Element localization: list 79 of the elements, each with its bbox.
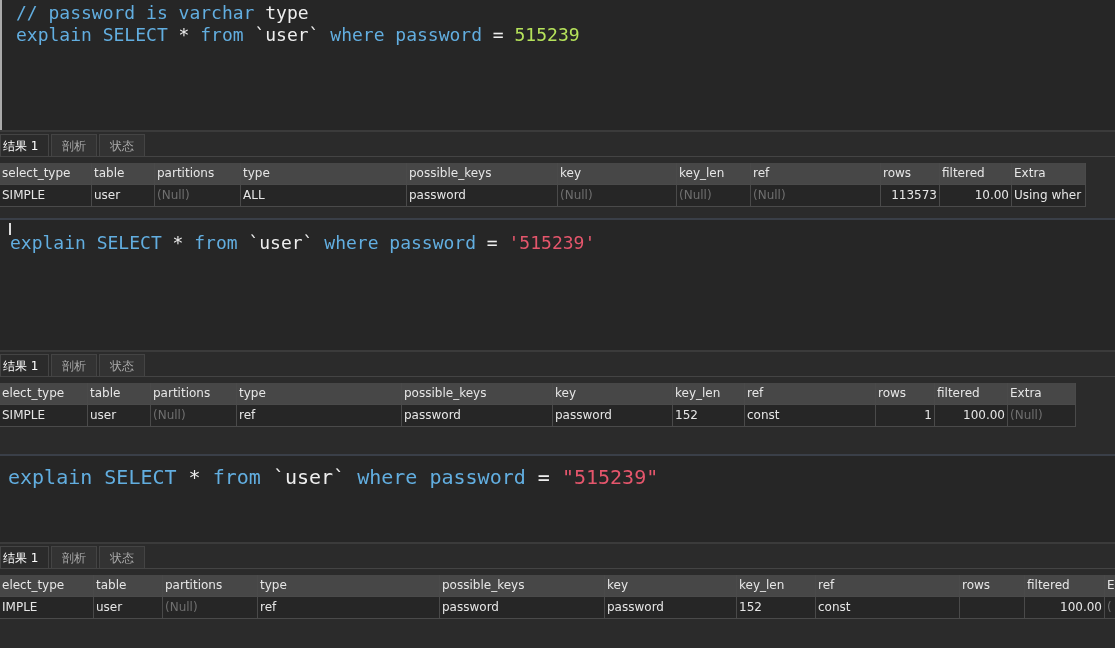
table-cell: 152 [737,597,816,619]
table-cell: ref [237,405,402,427]
table-cell: IMPLE [0,597,94,619]
column-header[interactable]: key_len [673,383,745,405]
result-tab[interactable]: 结果 1 [0,134,50,156]
table-cell: (Null) [558,185,677,207]
table-cell: 152 [673,405,745,427]
table-cell: (Null) [677,185,751,207]
table-cell: user [92,185,155,207]
column-header[interactable]: filtered [940,163,1012,185]
table-cell: password [553,405,673,427]
table-cell: user [88,405,151,427]
table-cell: const [745,405,876,427]
table-cell: ( [1105,597,1115,619]
table-cell: (Null) [151,405,237,427]
result-tab[interactable]: 剖析 [51,134,98,156]
column-header[interactable]: key [558,163,677,185]
result-tab[interactable]: 剖析 [51,354,98,376]
column-header[interactable]: Extra [1008,383,1076,405]
column-header[interactable]: possible_keys [407,163,558,185]
result-tab[interactable]: 状态 [99,546,146,568]
column-header[interactable]: type [258,575,440,597]
result-tab[interactable]: 状态 [99,134,146,156]
table-cell: user [94,597,163,619]
table-cell: 100.00 [1025,597,1105,619]
column-header[interactable]: filtered [935,383,1008,405]
column-header[interactable]: table [94,575,163,597]
column-header[interactable]: E [1105,575,1115,597]
column-header[interactable]: key_len [737,575,816,597]
column-header[interactable]: table [88,383,151,405]
code-line: // password is varchar type [16,2,309,24]
table-cell: (Null) [1008,405,1076,427]
result-tab[interactable]: 状态 [99,354,146,376]
table-cell: (Null) [163,597,258,619]
table-cell: password [605,597,737,619]
column-header[interactable]: possible_keys [402,383,553,405]
column-header[interactable]: table [92,163,155,185]
column-header[interactable]: elect_type [0,575,94,597]
table-cell: SIMPLE [0,405,88,427]
result-tab[interactable]: 结果 1 [0,546,50,568]
column-header[interactable]: partitions [151,383,237,405]
table-cell: 100.00 [935,405,1008,427]
table-cell: 10.00 [940,185,1012,207]
column-header[interactable]: type [241,163,407,185]
column-header[interactable]: ref [816,575,960,597]
table-cell [960,597,1025,619]
column-header[interactable]: Extra [1012,163,1086,185]
result-tab[interactable]: 结果 1 [0,354,50,376]
code-line: explain SELECT * from `user` where password = 515239 [16,24,580,46]
table-cell: const [816,597,960,619]
column-header[interactable]: select_type [0,163,92,185]
table-cell: password [407,185,558,207]
column-header[interactable]: ref [751,163,881,185]
table-cell: Using wher [1012,185,1086,207]
column-header[interactable]: possible_keys [440,575,605,597]
column-header[interactable]: partitions [155,163,241,185]
code-line: explain SELECT * from `user` where password = "515239" [8,466,659,488]
result-tab[interactable]: 剖析 [51,546,98,568]
table-cell: (Null) [751,185,881,207]
column-header[interactable]: rows [960,575,1025,597]
table-cell: 1 [876,405,935,427]
table-cell: password [440,597,605,619]
table-cell: (Null) [155,185,241,207]
code-line: explain SELECT * from `user` where password = '515239' [10,232,596,254]
column-header[interactable]: key [553,383,673,405]
column-header[interactable]: rows [881,163,940,185]
column-header[interactable]: elect_type [0,383,88,405]
table-cell: ALL [241,185,407,207]
table-cell: password [402,405,553,427]
column-header[interactable]: key [605,575,737,597]
table-cell: 113573 [881,185,940,207]
table-cell: ref [258,597,440,619]
table-cell: SIMPLE [0,185,92,207]
column-header[interactable]: type [237,383,402,405]
column-header[interactable]: ref [745,383,876,405]
column-header[interactable]: partitions [163,575,258,597]
column-header[interactable]: key_len [677,163,751,185]
column-header[interactable]: rows [876,383,935,405]
column-header[interactable]: filtered [1025,575,1105,597]
